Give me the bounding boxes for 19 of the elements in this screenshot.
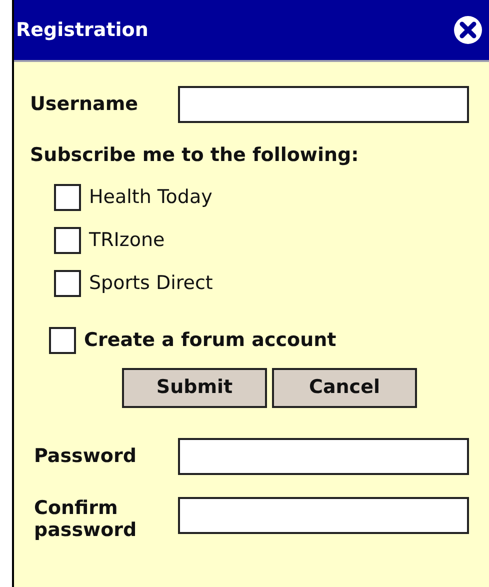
checkbox-label: Create a forum account [84, 328, 336, 353]
checkbox[interactable] [54, 184, 81, 210]
checkbox[interactable] [49, 326, 76, 354]
input-field[interactable] [178, 438, 469, 474]
close-icon[interactable] [453, 15, 483, 45]
checkbox-label: Health Today [89, 184, 212, 210]
action-button[interactable]: Submit [122, 368, 267, 408]
field-label: Password [34, 444, 138, 469]
checkbox-label: TRIzone [89, 228, 165, 253]
input-field[interactable] [178, 496, 469, 534]
section-heading: Subscribe me to the following: [30, 143, 360, 168]
checkbox-label: Sports Direct [89, 270, 213, 296]
window-title: Registration [16, 18, 148, 43]
checkbox[interactable] [54, 226, 81, 254]
checkbox[interactable] [54, 270, 81, 296]
input-field[interactable] [178, 86, 469, 123]
action-button[interactable]: Cancel [272, 368, 417, 408]
field-label: Username [30, 92, 140, 118]
field-label: Confirm password [34, 496, 138, 542]
